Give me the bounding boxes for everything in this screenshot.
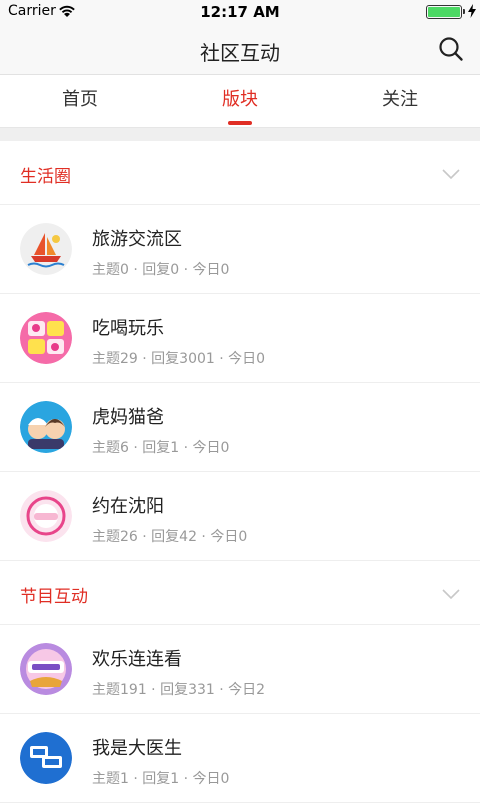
board-avatar-happy-match (20, 643, 72, 695)
tab-bar: 首页 版块 关注 (0, 75, 480, 128)
board-stats: 主题0 · 回复0 · 今日0 (92, 262, 230, 278)
board-name: 吃喝玩乐 (92, 318, 164, 339)
board-stats: 主题1 · 回复1 · 今日0 (92, 771, 230, 787)
charging-bolt-icon (468, 4, 476, 22)
board-stats: 主题6 · 回复1 · 今日0 (92, 440, 230, 456)
board-item-happy-match[interactable]: 欢乐连连看 主题191 · 回复331 · 今日2 (0, 625, 480, 714)
chevron-down-icon[interactable] (442, 585, 460, 600)
status-time: 12:17 AM (200, 3, 280, 21)
board-avatar-food-fun (20, 312, 72, 364)
nav-bar: 社区互动 (0, 24, 480, 75)
board-stats: 主题191 · 回复331 · 今日2 (92, 682, 266, 698)
tab-home[interactable]: 首页 (0, 75, 160, 127)
search-icon[interactable] (438, 36, 464, 62)
chevron-down-icon[interactable] (442, 165, 460, 180)
board-avatar-travel (20, 223, 72, 275)
board-name: 约在沈阳 (92, 496, 164, 517)
section-gap (0, 128, 480, 141)
board-name: 旅游交流区 (92, 229, 182, 250)
board-item-meetup[interactable]: 约在沈阳 主题26 · 回复42 · 今日0 (0, 472, 480, 561)
page-title: 社区互动 (200, 41, 280, 65)
board-avatar-parenting (20, 401, 72, 453)
tab-boards-label: 版块 (222, 89, 258, 110)
section-header-programs[interactable]: 节目互动 (0, 561, 480, 625)
board-item-parenting[interactable]: 虎妈猫爸 主题6 · 回复1 · 今日0 (0, 383, 480, 472)
battery-cap (463, 9, 465, 14)
board-avatar-meetup (20, 490, 72, 542)
board-item-food-fun[interactable]: 吃喝玩乐 主题29 · 回复3001 · 今日0 (0, 294, 480, 383)
board-avatar-doctor (20, 732, 72, 784)
tab-following-label: 关注 (382, 89, 418, 110)
board-stats: 主题29 · 回复3001 · 今日0 (92, 351, 266, 367)
section-title: 节目互动 (20, 587, 88, 607)
board-name: 虎妈猫爸 (92, 407, 164, 428)
board-item-travel[interactable]: 旅游交流区 主题0 · 回复0 · 今日0 (0, 205, 480, 294)
board-stats: 主题26 · 回复42 · 今日0 (92, 529, 248, 545)
battery-icon (426, 5, 462, 19)
status-bar: Carrier 12:17 AM (0, 0, 480, 24)
board-item-doctor[interactable]: 我是大医生 主题1 · 回复1 · 今日0 (0, 714, 480, 803)
board-name: 我是大医生 (92, 738, 182, 759)
tab-home-label: 首页 (62, 89, 98, 110)
active-tab-indicator (228, 121, 252, 125)
section-header-life[interactable]: 生活圈 (0, 141, 480, 205)
board-name: 欢乐连连看 (92, 649, 182, 670)
tab-boards[interactable]: 版块 (160, 75, 320, 127)
tab-following[interactable]: 关注 (320, 75, 480, 127)
section-title: 生活圈 (20, 167, 71, 187)
